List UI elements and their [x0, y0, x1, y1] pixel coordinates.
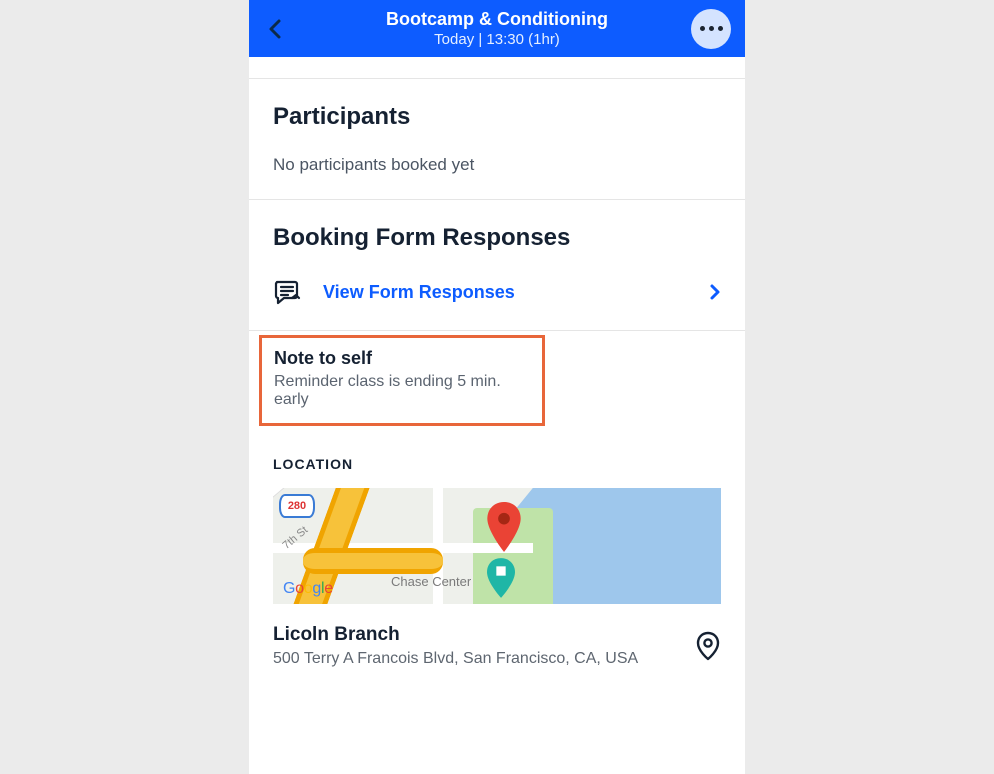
location-name: Licoln Branch [273, 624, 638, 646]
participants-empty-text: No participants booked yet [273, 155, 721, 175]
header-bar: Bootcamp & Conditioning Today | 13:30 (1… [249, 0, 745, 57]
participants-section: Participants No participants booked yet [249, 79, 745, 200]
map-attribution: Google [283, 580, 333, 598]
location-pin-icon [695, 631, 721, 661]
location-section: LOCATION 280 7th St Chase Center Google [249, 436, 745, 692]
page-title: Bootcamp & Conditioning [386, 9, 608, 31]
previous-section-edge [249, 57, 745, 79]
map-marker-pin-icon [487, 502, 521, 552]
more-menu-button[interactable] [691, 9, 731, 49]
location-map[interactable]: 280 7th St Chase Center Google [273, 488, 721, 604]
page-subtitle: Today | 13:30 (1hr) [386, 31, 608, 48]
view-form-responses-row[interactable]: View Form Responses [273, 278, 721, 306]
dot-icon [718, 26, 723, 31]
map-poi-pin-icon [487, 558, 515, 598]
note-text: Reminder class is ending 5 min. early [274, 373, 530, 409]
chevron-left-icon [267, 17, 283, 41]
dot-icon [700, 26, 705, 31]
address-text: Licoln Branch 500 Terry A Francois Blvd,… [273, 624, 638, 668]
note-highlight-box: Note to self Reminder class is ending 5 … [259, 335, 545, 426]
note-title: Note to self [274, 348, 530, 369]
map-highway [303, 548, 443, 574]
app-screen: Bootcamp & Conditioning Today | 13:30 (1… [249, 0, 745, 774]
location-address-block[interactable]: Licoln Branch 500 Terry A Francois Blvd,… [273, 624, 721, 668]
form-icon [273, 278, 303, 306]
header-titles: Bootcamp & Conditioning Today | 13:30 (1… [386, 9, 608, 48]
chevron-right-icon [709, 283, 721, 301]
map-highway-shield: 280 [279, 494, 315, 518]
participants-heading: Participants [273, 103, 721, 131]
dot-icon [709, 26, 714, 31]
booking-heading: Booking Form Responses [273, 224, 721, 252]
back-button[interactable] [263, 17, 287, 41]
note-section: Note to self Reminder class is ending 5 … [249, 331, 745, 436]
location-address: 500 Terry A Francois Blvd, San Francisco… [273, 650, 638, 668]
map-landmark-label: Chase Center [391, 574, 471, 589]
location-label: LOCATION [273, 456, 721, 472]
view-form-responses-link[interactable]: View Form Responses [323, 282, 689, 303]
booking-responses-section: Booking Form Responses View Form Respons… [249, 200, 745, 331]
